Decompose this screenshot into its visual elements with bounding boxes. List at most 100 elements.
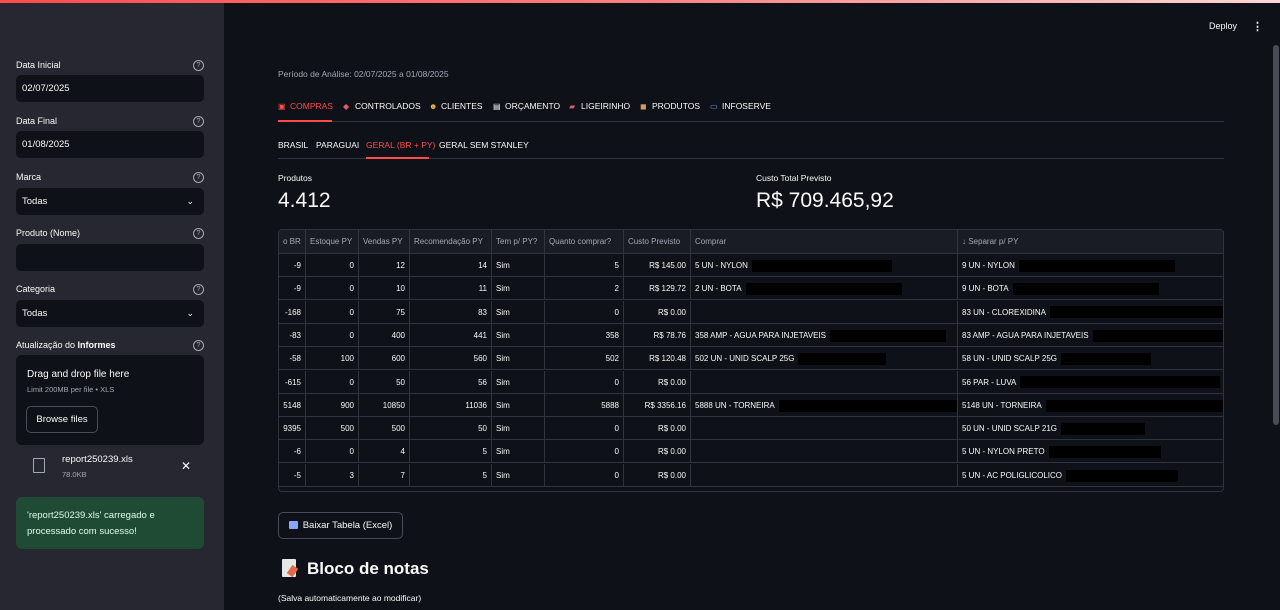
browse-files-button[interactable]: Browse files — [26, 406, 98, 433]
table-row[interactable]: -9 0 12 14 Sim 5 R$ 145.00 5 UN - NYLON 9 UN - N… — [279, 254, 1223, 277]
table-cell[interactable]: 10 — [359, 277, 410, 301]
table-cell[interactable]: 0 — [306, 277, 359, 301]
file-dropzone[interactable]: Drag and drop file here Limit 200MB per … — [16, 355, 204, 445]
close-icon[interactable]: ✕ — [181, 459, 191, 473]
table-cell[interactable]: 5 — [410, 463, 492, 487]
table-cell[interactable]: 2 — [545, 277, 624, 301]
table-cell[interactable] — [691, 440, 958, 464]
tab-clientes[interactable]: ☻ CLIENTES — [429, 100, 483, 122]
help-icon[interactable]: ? — [193, 116, 204, 127]
table-cell[interactable]: 50 — [359, 370, 410, 394]
table-cell[interactable]: 12 — [359, 254, 410, 277]
table-cell[interactable]: Sim — [492, 417, 545, 441]
table-cell[interactable]: R$ 0.00 — [624, 440, 691, 464]
table-cell[interactable]: 3 — [306, 463, 359, 487]
table-cell[interactable]: 5888 UN - TORNEIRA — [691, 393, 958, 417]
tab-infoserve[interactable]: ▭ INFOSERVE — [710, 100, 771, 122]
column-header[interactable]: Vendas PY — [359, 230, 410, 254]
column-header[interactable]: o BR — [279, 230, 306, 254]
subtab-geral-sem-stanley[interactable]: GERAL SEM STANLEY — [439, 139, 529, 161]
table-cell[interactable]: 50 — [410, 417, 492, 441]
download-excel-button[interactable]: Baixar Tabela (Excel) — [278, 512, 403, 539]
table-cell[interactable]: -9 — [279, 254, 306, 277]
table-cell[interactable]: 5888 — [545, 393, 624, 417]
table-cell[interactable]: 502 — [545, 347, 624, 371]
table-cell[interactable]: 56 PAR - LUVA — [958, 371, 1223, 394]
table-cell[interactable]: 56 — [410, 370, 492, 394]
table-cell[interactable]: R$ 3356.16 — [624, 393, 691, 417]
column-header[interactable]: Estoque PY — [306, 230, 359, 254]
table-cell[interactable]: 358 — [545, 323, 624, 347]
table-cell[interactable]: R$ 0.00 — [624, 370, 691, 394]
table-cell[interactable]: Sim — [492, 463, 545, 487]
table-cell[interactable]: R$ 0.00 — [624, 300, 691, 324]
table-cell[interactable]: 0 — [545, 417, 624, 441]
help-icon[interactable]: ? — [193, 172, 204, 183]
table-row[interactable]: -615 0 50 56 Sim 0 R$ 0.00 56 PAR - LUVA — [279, 370, 1223, 394]
table-cell[interactable]: R$ 145.00 — [624, 254, 691, 277]
table-cell[interactable] — [691, 463, 958, 487]
table-row[interactable]: -6 0 4 5 Sim 0 R$ 0.00 5 UN - NYLON PRETO — [279, 440, 1223, 464]
table-cell[interactable]: 5 UN - AC POLIGLICOLICO — [958, 464, 1223, 487]
data-final-input[interactable]: 01/08/2025 — [16, 131, 204, 158]
table-cell[interactable]: 400 — [359, 323, 410, 347]
marca-select[interactable]: Todas ⌄ — [16, 188, 204, 215]
table-cell[interactable]: -5 — [279, 463, 306, 487]
tab-compras[interactable]: ▣ COMPRAS — [278, 100, 333, 122]
table-cell[interactable]: 500 — [359, 417, 410, 441]
deploy-button[interactable]: Deploy — [1209, 21, 1237, 31]
table-cell[interactable]: 58 UN - UNID SCALP 25G — [958, 347, 1223, 370]
table-cell[interactable]: -58 — [279, 347, 306, 371]
table-row[interactable]: 5148 900 10850 11036 Sim 5888 R$ 3356.16 5888 U… — [279, 393, 1223, 417]
table-cell[interactable]: 502 UN - UNID SCALP 25G — [691, 347, 958, 371]
table-cell[interactable]: 5 — [545, 254, 624, 277]
table-cell[interactable]: R$ 129.72 — [624, 277, 691, 301]
table-cell[interactable]: Sim — [492, 323, 545, 347]
table-cell[interactable]: 11036 — [410, 393, 492, 417]
table-cell[interactable]: -168 — [279, 300, 306, 324]
table-cell[interactable]: R$ 120.48 — [624, 347, 691, 371]
table-cell[interactable]: 5 — [410, 440, 492, 464]
column-header[interactable]: Recomendação PY — [410, 230, 492, 254]
help-icon[interactable]: ? — [193, 284, 204, 295]
table-cell[interactable]: R$ 0.00 — [624, 463, 691, 487]
tab-orcamento[interactable]: ▤ ORÇAMENTO — [493, 100, 560, 122]
table-cell[interactable]: 9 UN - BOTA — [958, 277, 1223, 300]
table-cell[interactable]: 0 — [545, 370, 624, 394]
table-cell[interactable]: -6 — [279, 440, 306, 464]
table-cell[interactable]: 0 — [306, 440, 359, 464]
table-cell[interactable]: 0 — [306, 254, 359, 277]
help-icon[interactable]: ? — [193, 340, 204, 351]
table-cell[interactable]: 83 UN - CLOREXIDINA — [958, 301, 1223, 324]
table-cell[interactable]: 83 AMP - AGUA PARA INJETAVEIS — [958, 324, 1223, 347]
produto-input[interactable] — [16, 244, 204, 271]
compras-table[interactable]: o BR Estoque PY Vendas PY Recomendação P… — [278, 229, 1224, 492]
column-header[interactable]: Tem p/ PY? — [492, 230, 545, 254]
tab-controlados[interactable]: ◆ CONTROLADOS — [343, 100, 421, 122]
table-cell[interactable]: Sim — [492, 440, 545, 464]
column-header[interactable]: Custo Previsto — [624, 230, 691, 254]
table-row[interactable]: 9395 500 500 50 Sim 0 R$ 0.00 50 UN - UNID SCAL… — [279, 417, 1223, 441]
table-cell[interactable]: 0 — [306, 300, 359, 324]
table-cell[interactable]: Sim — [492, 254, 545, 277]
table-cell[interactable]: 358 AMP - AGUA PARA INJETAVEIS — [691, 323, 958, 347]
table-cell[interactable]: R$ 0.00 — [624, 417, 691, 441]
categoria-select[interactable]: Todas ⌄ — [16, 300, 204, 327]
table-cell[interactable]: 9395 — [279, 417, 306, 441]
table-cell[interactable]: 0 — [545, 463, 624, 487]
table-cell[interactable]: 7 — [359, 463, 410, 487]
subtab-brasil[interactable]: BRASIL — [278, 139, 308, 161]
table-cell[interactable]: 2 UN - BOTA — [691, 277, 958, 301]
table-cell[interactable]: -9 — [279, 277, 306, 301]
tab-produtos[interactable]: ◼ PRODUTOS — [640, 100, 700, 122]
table-cell[interactable]: 100 — [306, 347, 359, 371]
table-cell[interactable]: Sim — [492, 347, 545, 371]
table-cell[interactable]: 5 UN - NYLON PRETO — [958, 440, 1223, 463]
table-cell[interactable]: -615 — [279, 370, 306, 394]
table-cell[interactable]: -83 — [279, 323, 306, 347]
table-cell[interactable]: R$ 78.76 — [624, 323, 691, 347]
table-cell[interactable]: 50 UN - UNID SCALP 21G — [958, 417, 1223, 440]
help-icon[interactable]: ? — [193, 60, 204, 71]
column-header[interactable]: ↓ Separar p/ PY — [958, 230, 1223, 254]
table-row[interactable]: -168 0 75 83 Sim 0 R$ 0.00 83 UN - CLOREXIDINA — [279, 300, 1223, 324]
